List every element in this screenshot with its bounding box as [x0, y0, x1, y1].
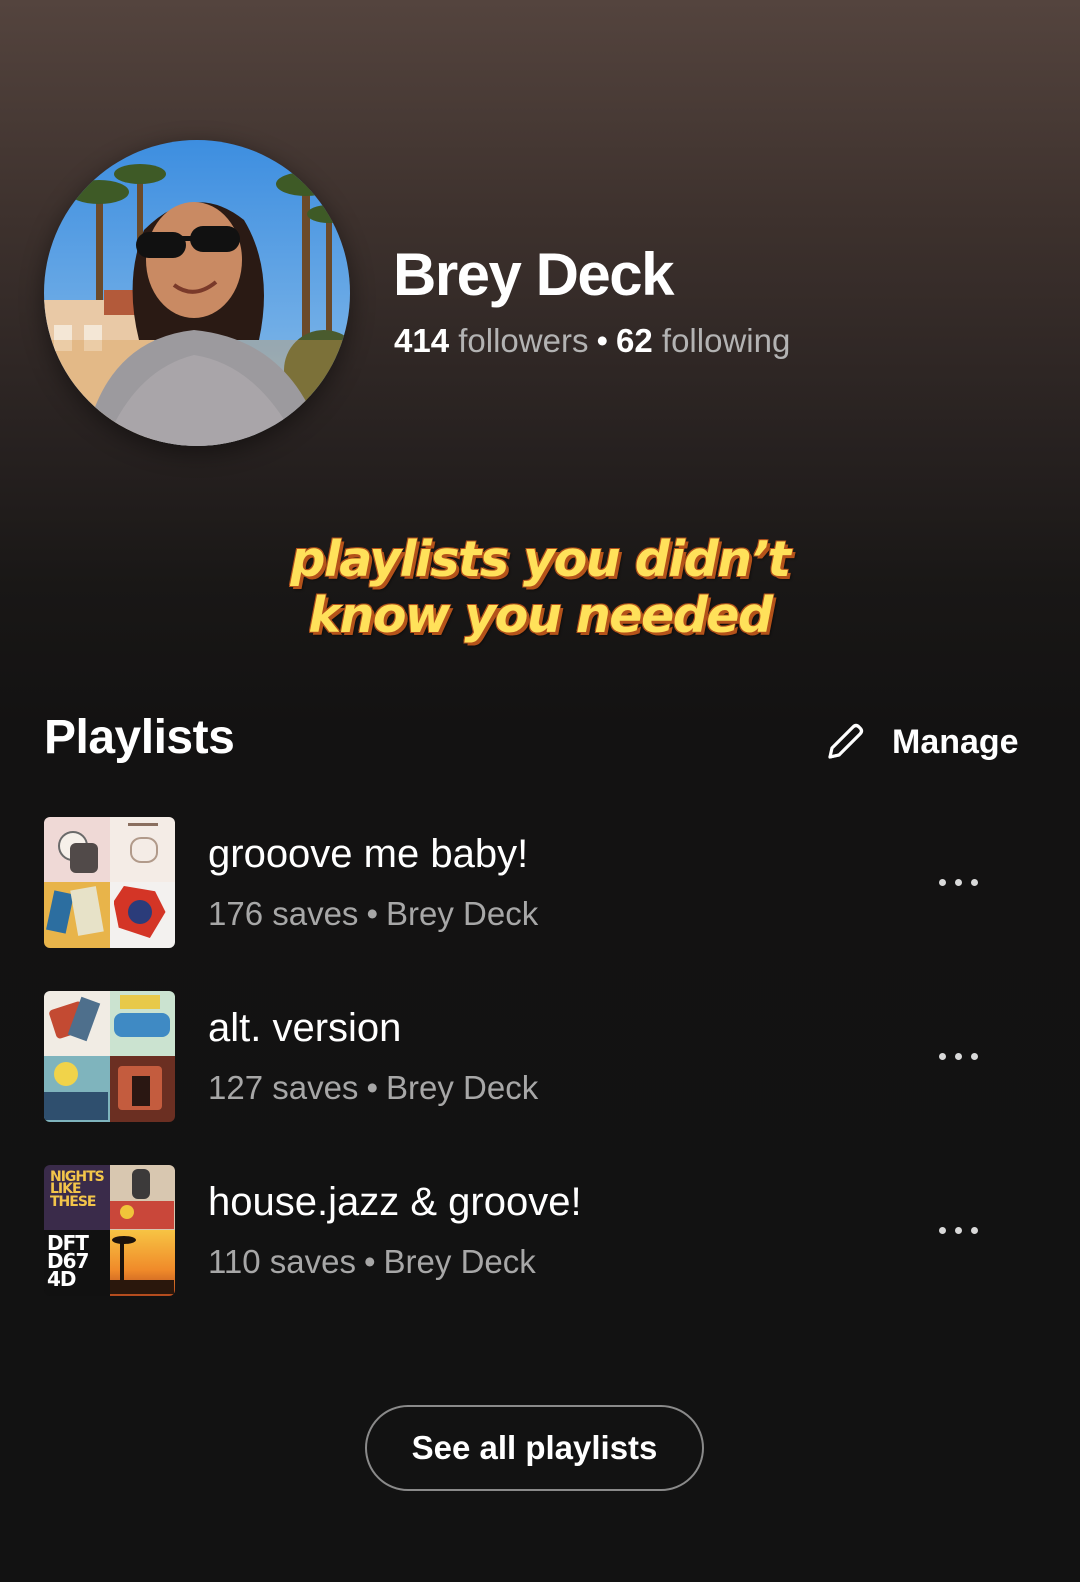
playlist-text: alt. version 127 saves • Brey Deck	[208, 1004, 918, 1108]
playlist-row[interactable]: grooove me baby! 176 saves • Brey Deck	[44, 816, 1036, 948]
manage-label: Manage	[892, 722, 1019, 761]
cover-tile	[109, 990, 175, 1056]
profile-stats: 414 followers • 62 following	[394, 322, 790, 360]
cover-tile	[44, 882, 110, 948]
playlist-owner: Brey Deck	[386, 1069, 539, 1106]
more-dots-icon	[970, 1052, 978, 1060]
playlist-title: house.jazz & groove!	[208, 1180, 582, 1224]
cover-tile: NIGHTS LIKE THESE	[44, 1164, 110, 1230]
more-dots-icon	[970, 1226, 978, 1234]
playlist-row[interactable]: alt. version 127 saves • Brey Deck	[44, 990, 1036, 1122]
cover-tile	[109, 816, 175, 882]
more-options-button[interactable]	[918, 862, 998, 902]
playlist-subtitle: 127 saves • Brey Deck	[208, 1068, 918, 1108]
playlist-text: house.jazz & groove! 110 saves • Brey Deck	[208, 1178, 918, 1282]
playlist-saves: 127 saves	[208, 1069, 359, 1106]
pencil-icon	[828, 723, 864, 759]
more-dots-icon	[954, 1226, 962, 1234]
cover-tile	[44, 990, 110, 1056]
following-label[interactable]: following	[662, 322, 790, 359]
caption-line-2: know you needed	[308, 587, 773, 644]
caption-overlay: playlists you didn’t know you needed	[0, 532, 1080, 644]
playlist-row[interactable]: NIGHTS LIKE THESE DFT D67 4D house.jazz …	[44, 1164, 1036, 1296]
playlist-owner: Brey Deck	[386, 895, 539, 932]
playlist-subtitle: 176 saves • Brey Deck	[208, 894, 918, 934]
more-options-button[interactable]	[918, 1036, 998, 1076]
playlist-owner: Brey Deck	[383, 1243, 536, 1280]
playlist-subtitle: 110 saves • Brey Deck	[208, 1242, 918, 1282]
cover-tile	[44, 1056, 110, 1122]
followers-count[interactable]: 414	[394, 322, 449, 359]
avatar-photo	[44, 140, 350, 446]
more-options-button[interactable]	[918, 1210, 998, 1250]
stats-separator: •	[596, 322, 609, 359]
see-all-playlists-button[interactable]: See all playlists	[365, 1405, 704, 1491]
more-dots-icon	[938, 878, 946, 886]
subtitle-separator: •	[363, 1243, 376, 1280]
more-dots-icon	[954, 878, 962, 886]
cover-tile: DFT D67 4D	[44, 1230, 110, 1296]
followers-label[interactable]: followers	[458, 322, 588, 359]
cover-tile	[109, 1230, 175, 1296]
playlist-cover	[44, 816, 175, 948]
cover-art-text: NIGHTS LIKE THESE	[50, 1168, 105, 1211]
more-dots-icon	[938, 1052, 946, 1060]
playlist-cover: NIGHTS LIKE THESE DFT D67 4D	[44, 1164, 175, 1296]
more-dots-icon	[970, 878, 978, 886]
more-dots-icon	[954, 1052, 962, 1060]
more-dots-icon	[938, 1226, 946, 1234]
profile-name: Brey Deck	[393, 241, 675, 308]
subtitle-separator: •	[366, 895, 378, 932]
playlist-saves: 176 saves	[208, 895, 359, 932]
playlist-title: grooove me baby!	[208, 832, 529, 876]
cover-art-text: 4D	[47, 1267, 77, 1291]
following-count[interactable]: 62	[616, 322, 653, 359]
cover-tile	[44, 816, 110, 882]
playlist-saves: 110 saves	[208, 1243, 356, 1280]
playlist-cover	[44, 990, 175, 1122]
profile-page: Brey Deck 414 followers • 62 following pla…	[0, 0, 1080, 1582]
playlist-title: alt. version	[208, 1006, 402, 1050]
playlist-text: grooove me baby! 176 saves • Brey Deck	[208, 830, 918, 934]
cover-tile	[109, 1164, 175, 1230]
profile-avatar[interactable]	[44, 140, 350, 446]
subtitle-separator: •	[366, 1069, 378, 1106]
cover-tile	[109, 1056, 175, 1122]
manage-button[interactable]: Manage	[822, 716, 1019, 768]
playlists-section-title: Playlists	[44, 711, 235, 764]
cover-tile	[109, 882, 175, 948]
caption-line-1: playlists you didn’t	[290, 531, 791, 588]
